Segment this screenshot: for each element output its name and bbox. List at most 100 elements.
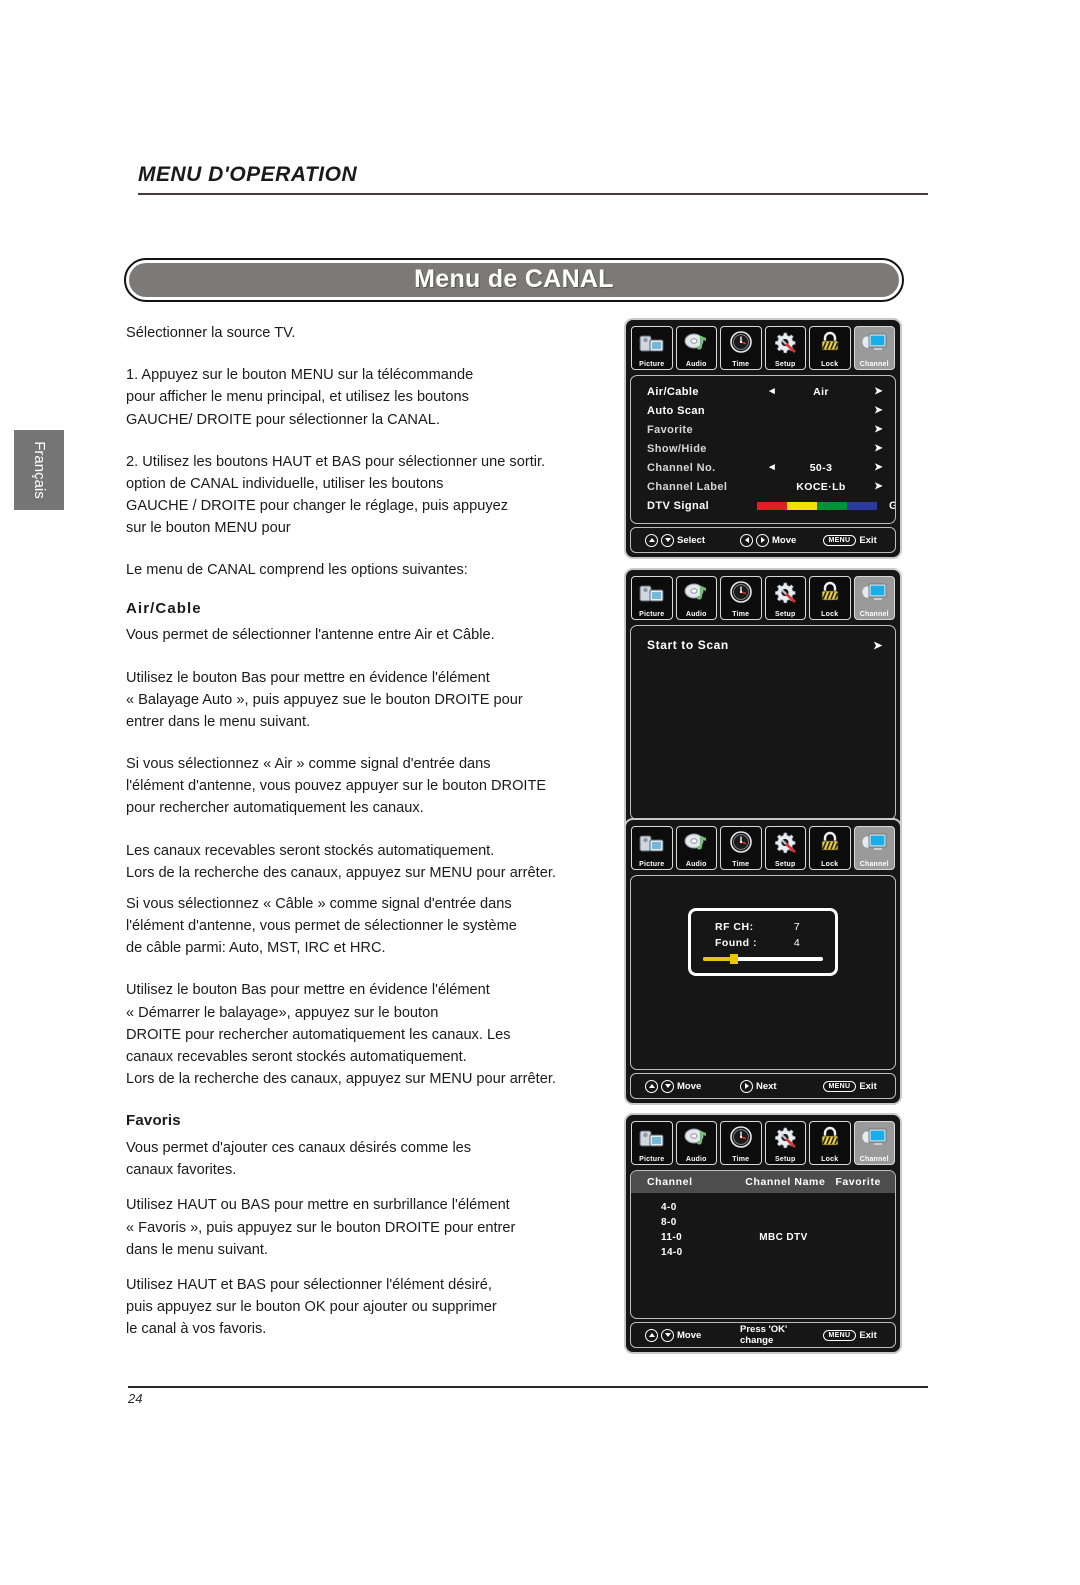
osd-tab-setup[interactable]: Setup bbox=[764, 826, 806, 870]
text-line: canaux favorites. bbox=[126, 1162, 237, 1179]
table-row[interactable]: 4-0 bbox=[631, 1200, 895, 1215]
paragraph-air-input: Si vous sélectionnez « Air » comme signa… bbox=[126, 753, 622, 820]
text-line: de câble parmi: Auto, MST, IRC et HRC. bbox=[126, 940, 386, 957]
text-line: l'élément d'antenne, vous pouvez appuyer… bbox=[126, 778, 547, 795]
right-arrow-icon[interactable]: ➤ bbox=[853, 386, 883, 397]
menu-row-channel-label[interactable]: Channel Label KOCE·Lb ➤ bbox=[631, 477, 895, 496]
footer-exit-hint: MENU Exit bbox=[822, 534, 896, 546]
arrow-down-icon bbox=[661, 533, 674, 547]
osd-panel-start-scan: Picture Audio Time Setup Lock Channel St… bbox=[624, 568, 902, 855]
right-arrow-icon[interactable]: ➤ bbox=[873, 639, 883, 652]
osd-tab-label: Lock bbox=[821, 611, 839, 618]
text-line: Lors de la recherche des canaux, appuyez… bbox=[126, 864, 556, 881]
osd-panel-favorite-list: Picture Audio Time Setup Lock Channel Ch… bbox=[624, 1113, 902, 1354]
menu-row-start-to-scan[interactable]: Start to Scan ➤ bbox=[631, 634, 895, 656]
text-line: « Favoris », puis appuyez sur le bouton … bbox=[126, 1219, 516, 1236]
right-arrow-icon[interactable]: ➤ bbox=[853, 462, 883, 473]
padlock-icon bbox=[816, 1125, 844, 1151]
menu-row-show-hide[interactable]: Show/Hide ➤ bbox=[631, 439, 895, 458]
menu-row-auto-scan[interactable]: Auto Scan ➤ bbox=[631, 401, 895, 420]
footer-label: Exit bbox=[859, 1329, 877, 1341]
menu-key-icon: MENU bbox=[822, 534, 857, 546]
osd-tab-label: Audio bbox=[685, 1156, 707, 1163]
osd-tab-label: Picture bbox=[639, 361, 665, 368]
padlock-icon bbox=[816, 330, 844, 356]
disc-music-icon bbox=[682, 330, 710, 356]
osd-tab-picture[interactable]: Picture bbox=[631, 326, 673, 370]
text-line: GAUCHE / DROITE pour changer le réglage,… bbox=[126, 498, 509, 515]
footer-move-hint: Move bbox=[631, 1079, 740, 1093]
text-line: Sélectionner la source TV. bbox=[126, 325, 296, 341]
text-line: Utilisez HAUT ou BAS pour mettre en surb… bbox=[126, 1197, 510, 1214]
table-row[interactable]: 11-0 MBC DTV bbox=[631, 1230, 895, 1245]
text-line: Si vous sélectionnez « Câble » comme sig… bbox=[126, 895, 512, 912]
osd-tab-channel[interactable]: Channel bbox=[853, 826, 895, 870]
right-arrow-icon[interactable]: ➤ bbox=[853, 443, 883, 454]
left-arrow-icon[interactable]: ◄ bbox=[755, 386, 789, 397]
page-title: MENU D'OPERATION bbox=[138, 163, 358, 186]
padlock-icon bbox=[816, 580, 844, 606]
arrow-up-icon bbox=[645, 1328, 658, 1342]
osd-tab-time[interactable]: Time bbox=[720, 326, 762, 370]
osd-panel-channel-menu: Picture Audio Time Setup Lock Channel Ai… bbox=[624, 318, 902, 559]
menu-row-value: Air bbox=[813, 385, 829, 398]
osd-footer-bar: Select Move MENU Exit bbox=[630, 527, 896, 553]
disc-music-icon bbox=[682, 1125, 710, 1151]
osd-tab-label: Time bbox=[732, 1156, 750, 1163]
osd-footer-bar: Move Press 'OK' change MENU Exit bbox=[630, 1322, 896, 1348]
osd-tab-audio[interactable]: Audio bbox=[675, 1121, 717, 1165]
channel-table-header: Channel Channel Name Favorite bbox=[631, 1171, 895, 1193]
left-arrow-icon[interactable]: ◄ bbox=[755, 462, 789, 473]
text-line: Lors de la recherche des canaux, appuyez… bbox=[126, 1071, 556, 1088]
osd-tab-picture[interactable]: Picture bbox=[631, 576, 673, 620]
footer-label: Next bbox=[756, 1080, 777, 1092]
right-arrow-icon[interactable]: ➤ bbox=[853, 481, 883, 492]
right-arrow-icon[interactable]: ➤ bbox=[853, 424, 883, 435]
osd-tab-audio[interactable]: Audio bbox=[675, 326, 717, 370]
text-line: pour afficher le menu principal, et util… bbox=[126, 389, 469, 406]
paragraph-air-cable-desc: Vous permet de sélectionner l'antenne en… bbox=[126, 624, 622, 646]
footer-exit-hint: MENU Exit bbox=[822, 1080, 896, 1092]
osd-tab-label: Setup bbox=[775, 611, 796, 618]
table-row[interactable]: 14-0 bbox=[631, 1245, 895, 1260]
menu-row-air-cable[interactable]: Air/Cable ◄ Air ➤ bbox=[631, 382, 895, 401]
menu-row-label: Auto Scan bbox=[647, 404, 705, 417]
footer-move-hint: Move bbox=[740, 533, 823, 547]
footer-label: Exit bbox=[859, 1080, 877, 1092]
osd-tab-channel[interactable]: Channel bbox=[853, 1121, 895, 1165]
table-row[interactable]: 8-0 bbox=[631, 1215, 895, 1230]
dialog-row-rf-ch: RF CH: 7 bbox=[703, 921, 823, 933]
arrow-down-icon bbox=[661, 1079, 674, 1093]
page-number: 24 bbox=[128, 1391, 143, 1406]
menu-row-favorite[interactable]: Favorite ➤ bbox=[631, 420, 895, 439]
osd-tab-setup[interactable]: Setup bbox=[764, 1121, 806, 1165]
osd-tab-lock[interactable]: Lock bbox=[809, 326, 851, 370]
osd-tab-lock[interactable]: Lock bbox=[809, 826, 851, 870]
menu-row-label: Air/Cable bbox=[647, 385, 699, 398]
osd-tab-setup[interactable]: Setup bbox=[764, 576, 806, 620]
osd-tab-time[interactable]: Time bbox=[720, 826, 762, 870]
menu-row-label: Channel No. bbox=[647, 461, 716, 474]
cell-channel: 14-0 bbox=[661, 1247, 683, 1258]
osd-tab-channel[interactable]: Channel bbox=[853, 326, 895, 370]
osd-tab-lock[interactable]: Lock bbox=[809, 576, 851, 620]
osd-tab-picture[interactable]: Picture bbox=[631, 826, 673, 870]
section-banner-title: Menu de CANAL bbox=[129, 263, 899, 297]
text-line: Les canaux recevables seront stockés aut… bbox=[126, 842, 495, 859]
osd-tab-channel[interactable]: Channel bbox=[853, 576, 895, 620]
osd-tab-audio[interactable]: Audio bbox=[675, 576, 717, 620]
paragraph-favoris-desc: Vous permet d'ajouter ces canaux désirés… bbox=[126, 1137, 622, 1181]
osd-tab-audio[interactable]: Audio bbox=[675, 826, 717, 870]
osd-tab-time[interactable]: Time bbox=[720, 576, 762, 620]
osd-tab-lock[interactable]: Lock bbox=[809, 1121, 851, 1165]
right-arrow-icon[interactable]: ➤ bbox=[853, 405, 883, 416]
osd-tab-setup[interactable]: Setup bbox=[764, 326, 806, 370]
osd-tab-picture[interactable]: Picture bbox=[631, 1121, 673, 1165]
text-line: le canal à vos favoris. bbox=[126, 1321, 267, 1338]
menu-row-channel-no[interactable]: Channel No. ◄ 50-3 ➤ bbox=[631, 458, 895, 477]
heading-favoris: Favoris bbox=[126, 1112, 181, 1130]
osd-tab-time[interactable]: Time bbox=[720, 1121, 762, 1165]
arrow-down-icon bbox=[661, 1328, 674, 1342]
channel-table-rows: 4-0 8-0 11-0 MBC DTV 14-0 bbox=[631, 1193, 895, 1260]
language-tab-label: Français bbox=[31, 441, 48, 499]
